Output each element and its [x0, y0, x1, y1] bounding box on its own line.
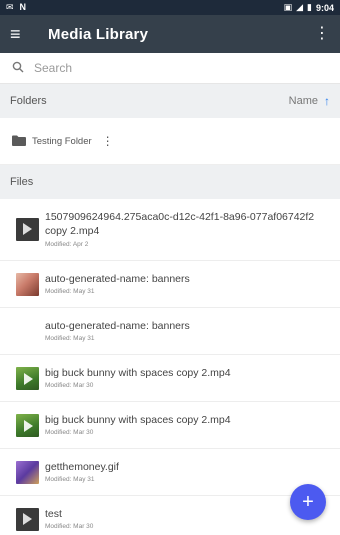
- files-label: Files: [10, 176, 34, 188]
- search-icon: [12, 61, 34, 76]
- file-name: test: [45, 507, 62, 520]
- video-thumbnail: [16, 366, 39, 390]
- add-icon: +: [302, 490, 314, 513]
- app-bar: ≡ Media Library ⋮: [0, 15, 340, 53]
- file-name: 1507909624964.275aca0c-d12c-42f1-8a96-07…: [45, 211, 315, 237]
- video-thumbnail: [16, 413, 39, 437]
- notification-icon: ✉: [6, 2, 14, 12]
- files-section-header: Files: [0, 165, 340, 199]
- folder-more-icon[interactable]: ⋮: [102, 134, 114, 148]
- file-modified: Modified: Mar 30: [45, 523, 94, 531]
- file-modified: Modified: May 31: [45, 288, 95, 296]
- list-item[interactable]: getthemoney.gif Modified: May 31: [0, 449, 340, 496]
- file-name: getthemoney.gif: [45, 460, 119, 473]
- file-modified: Modified: Mar 30: [45, 382, 94, 390]
- file-modified: Modified: May 31: [45, 335, 95, 343]
- file-name: big buck bunny with spaces copy 2.mp4: [45, 366, 231, 379]
- signal-icon: ◢: [296, 2, 304, 12]
- list-item[interactable]: big buck bunny with spaces copy 2.mp4 Mo…: [0, 355, 340, 402]
- page-title: Media Library: [48, 25, 149, 43]
- list-item[interactable]: auto-generated-name: banners Modified: M…: [0, 261, 340, 308]
- video-thumbnail: [16, 218, 39, 241]
- folder-name: Testing Folder: [32, 135, 92, 147]
- folder-icon: [12, 134, 30, 149]
- menu-icon[interactable]: ≡: [10, 25, 40, 43]
- file-name: big buck bunny with spaces copy 2.mp4: [45, 413, 231, 426]
- arrow-up-icon: ↑: [324, 94, 330, 108]
- gif-thumbnail: [16, 460, 39, 484]
- video-thumbnail: [16, 507, 39, 531]
- list-item[interactable]: auto-generated-name: banners Modified: M…: [0, 308, 340, 355]
- n-icon: N: [19, 2, 27, 12]
- file-name: auto-generated-name: banners: [45, 272, 190, 285]
- sort-label: Name: [288, 95, 318, 107]
- battery-icon: ▮: [307, 2, 312, 12]
- file-modified: Modified: Mar 30: [45, 429, 94, 437]
- sort-button[interactable]: Name ↑: [289, 94, 330, 108]
- file-modified: Modified: Apr 2: [45, 240, 89, 248]
- status-bar: ✉ N ▣ ◢ ▮ 9:04: [0, 0, 340, 15]
- search-input[interactable]: [34, 61, 328, 75]
- list-item[interactable]: 1507909624964.275aca0c-d12c-42f1-8a96-07…: [0, 199, 340, 261]
- more-vert-icon[interactable]: ⋮: [312, 26, 332, 42]
- no-sim-icon: ▣: [283, 2, 293, 12]
- file-name: auto-generated-name: banners: [45, 319, 190, 332]
- add-button[interactable]: +: [290, 484, 326, 520]
- file-modified: Modified: May 31: [45, 476, 95, 484]
- empty-thumbnail: [16, 320, 39, 343]
- folders-section-header: Folders Name ↑: [0, 84, 340, 118]
- image-thumbnail: [16, 272, 39, 296]
- folders-label: Folders: [10, 95, 47, 107]
- list-item[interactable]: test Modified: Mar 30: [0, 496, 340, 535]
- folder-item[interactable]: Testing Folder ⋮: [0, 118, 340, 165]
- file-list: 1507909624964.275aca0c-d12c-42f1-8a96-07…: [0, 199, 340, 535]
- search-bar: [0, 53, 340, 84]
- status-time: 9:04: [315, 2, 334, 13]
- list-item[interactable]: big buck bunny with spaces copy 2.mp4 Mo…: [0, 402, 340, 449]
